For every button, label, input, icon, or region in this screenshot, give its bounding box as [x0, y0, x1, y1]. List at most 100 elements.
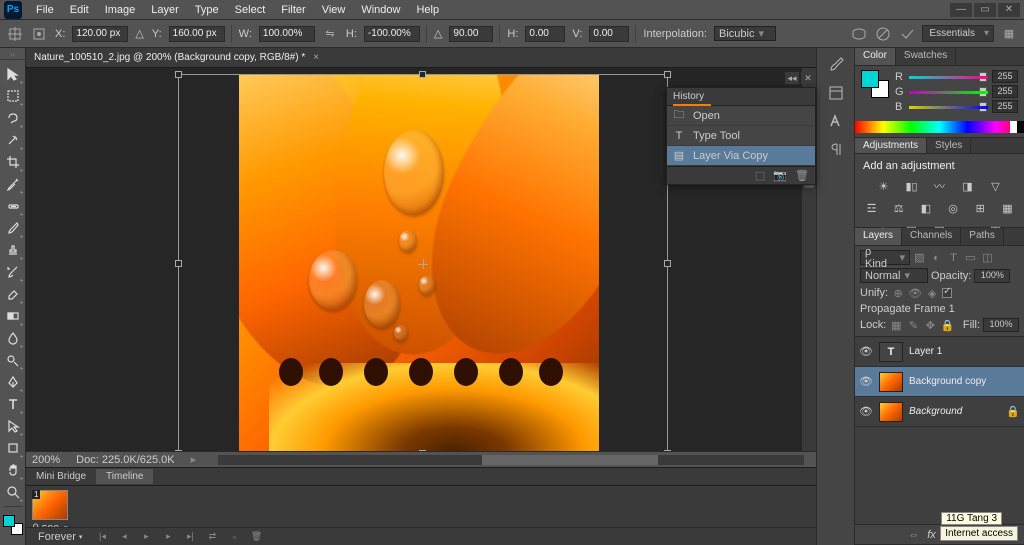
lasso-tool[interactable]	[2, 108, 24, 128]
history-item-layerviacopy[interactable]: ▤ Layer Via Copy	[667, 146, 815, 166]
move-tool[interactable]	[2, 64, 24, 84]
workspace-selector[interactable]: Essentials	[922, 25, 994, 42]
prev-frame-button[interactable]: ◂	[116, 530, 132, 544]
wand-tool[interactable]	[2, 130, 24, 150]
menu-filter[interactable]: Filter	[273, 1, 313, 19]
r-value[interactable]: 255	[992, 70, 1018, 83]
tab-mini-bridge[interactable]: Mini Bridge	[26, 469, 96, 484]
paragraph-panel-icon[interactable]	[823, 138, 849, 160]
snapshot-icon[interactable]: 📷	[773, 169, 787, 182]
skew-h-input[interactable]	[525, 26, 565, 42]
tab-layers[interactable]: Layers	[855, 228, 902, 245]
marquee-tool[interactable]	[2, 86, 24, 106]
color-fg-bg[interactable]	[861, 70, 889, 98]
lock-position-icon[interactable]: ✥	[923, 318, 937, 332]
hand-tool[interactable]	[2, 460, 24, 480]
tab-paths[interactable]: Paths	[961, 228, 1004, 245]
layer-name[interactable]: Background	[909, 406, 962, 417]
skew-v-input[interactable]	[589, 26, 629, 42]
menu-file[interactable]: File	[28, 1, 62, 19]
menu-image[interactable]: Image	[97, 1, 144, 19]
fill-input[interactable]: 100%	[983, 318, 1019, 332]
tab-swatches[interactable]: Swatches	[896, 48, 956, 65]
pen-tool[interactable]	[2, 372, 24, 392]
opacity-input[interactable]: 100%	[974, 269, 1010, 283]
exposure-icon[interactable]: ◨	[959, 178, 977, 194]
filter-shape-icon[interactable]: ▭	[964, 251, 977, 264]
minimize-button[interactable]: —	[950, 3, 972, 17]
zoom-level[interactable]: 200%	[32, 454, 60, 466]
bw-icon[interactable]: ◧	[917, 200, 934, 216]
tab-timeline[interactable]: Timeline	[96, 469, 153, 484]
visibility-toggle[interactable]: 👁	[859, 405, 873, 418]
layer-row-bg[interactable]: 👁 Background 🔒	[855, 397, 1024, 427]
handle-tl[interactable]	[175, 71, 182, 78]
delete-frame-button[interactable]: 🗑	[248, 530, 264, 544]
tab-adjustments[interactable]: Adjustments	[855, 138, 927, 153]
crop-tool[interactable]	[2, 152, 24, 172]
transform-tool-icon[interactable]	[6, 25, 24, 43]
handle-tr[interactable]	[664, 71, 671, 78]
delta-icon[interactable]: △	[134, 27, 144, 40]
next-frame-button[interactable]: ▸	[160, 530, 176, 544]
layer-filter-kind[interactable]: ρ Kind	[860, 250, 910, 265]
photo-filter-icon[interactable]: ◎	[945, 200, 962, 216]
interp-select[interactable]: Bicubic	[714, 26, 776, 41]
color-swatches[interactable]	[3, 515, 23, 535]
channel-mixer-icon[interactable]: ⊞	[972, 200, 989, 216]
r-slider[interactable]	[909, 72, 988, 82]
curves-icon[interactable]: 〰	[931, 178, 949, 194]
b-value[interactable]: 255	[992, 100, 1018, 113]
play-button[interactable]: ▸	[138, 530, 154, 544]
stamp-tool[interactable]	[2, 240, 24, 260]
delete-history-icon[interactable]: 🗑	[795, 169, 809, 182]
healing-tool[interactable]	[2, 196, 24, 216]
layer-name[interactable]: Layer 1	[909, 346, 942, 357]
tab-color[interactable]: Color	[855, 48, 896, 65]
horizontal-scrollbar[interactable]	[218, 455, 804, 465]
link-icon[interactable]: ⇋	[321, 25, 339, 43]
handle-tm[interactable]	[419, 71, 426, 78]
reference-point-icon[interactable]	[30, 25, 48, 43]
filter-adjust-icon[interactable]: ◐	[930, 251, 943, 264]
maximize-button[interactable]: ▭	[974, 3, 996, 17]
history-item-open[interactable]: 🗀 Open	[667, 106, 815, 126]
lock-pixels-icon[interactable]: ✎	[906, 318, 920, 332]
g-slider[interactable]	[909, 87, 988, 97]
eraser-tool[interactable]	[2, 284, 24, 304]
first-frame-button[interactable]: |◂	[94, 530, 110, 544]
visibility-toggle[interactable]: 👁	[859, 375, 873, 388]
brush-presets-icon[interactable]	[823, 82, 849, 104]
zoom-tool[interactable]	[2, 482, 24, 502]
status-play-icon[interactable]: ▸	[191, 453, 197, 466]
warp-icon[interactable]	[850, 25, 868, 43]
balance-icon[interactable]: ⚖	[890, 200, 907, 216]
eyedropper-tool[interactable]	[2, 174, 24, 194]
handle-ml[interactable]	[175, 260, 182, 267]
document-tab[interactable]: Nature_100510_2.jpg @ 200% (Background c…	[26, 48, 816, 68]
spectrum-bar[interactable]	[855, 121, 1024, 133]
filter-type-icon[interactable]: T	[947, 251, 960, 264]
shape-tool[interactable]	[2, 438, 24, 458]
b-slider[interactable]	[909, 102, 988, 112]
layer-row-text[interactable]: 👁 T Layer 1	[855, 337, 1024, 367]
menu-layer[interactable]: Layer	[143, 1, 187, 19]
csLive-icon[interactable]: ▦	[1000, 25, 1018, 43]
path-select-tool[interactable]	[2, 416, 24, 436]
last-frame-button[interactable]: ▸|	[182, 530, 198, 544]
tween-button[interactable]: ⇄	[204, 530, 220, 544]
dodge-tool[interactable]	[2, 350, 24, 370]
history-brush-tool[interactable]	[2, 262, 24, 282]
menu-window[interactable]: Window	[353, 1, 408, 19]
menu-type[interactable]: Type	[187, 1, 227, 19]
h-input[interactable]	[364, 26, 420, 42]
angle-input[interactable]	[449, 26, 493, 42]
collapse-panel-icon[interactable]: ◂◂	[785, 72, 799, 84]
unify-position-icon[interactable]: ⊕	[891, 286, 905, 300]
loop-mode[interactable]: Forever	[38, 531, 76, 543]
menu-edit[interactable]: Edit	[62, 1, 97, 19]
unify-style-icon[interactable]: ◈	[925, 286, 939, 300]
menu-view[interactable]: View	[314, 1, 354, 19]
lookup-icon[interactable]: ▦	[999, 200, 1016, 216]
close-panel-icon[interactable]: ✕	[801, 72, 815, 84]
